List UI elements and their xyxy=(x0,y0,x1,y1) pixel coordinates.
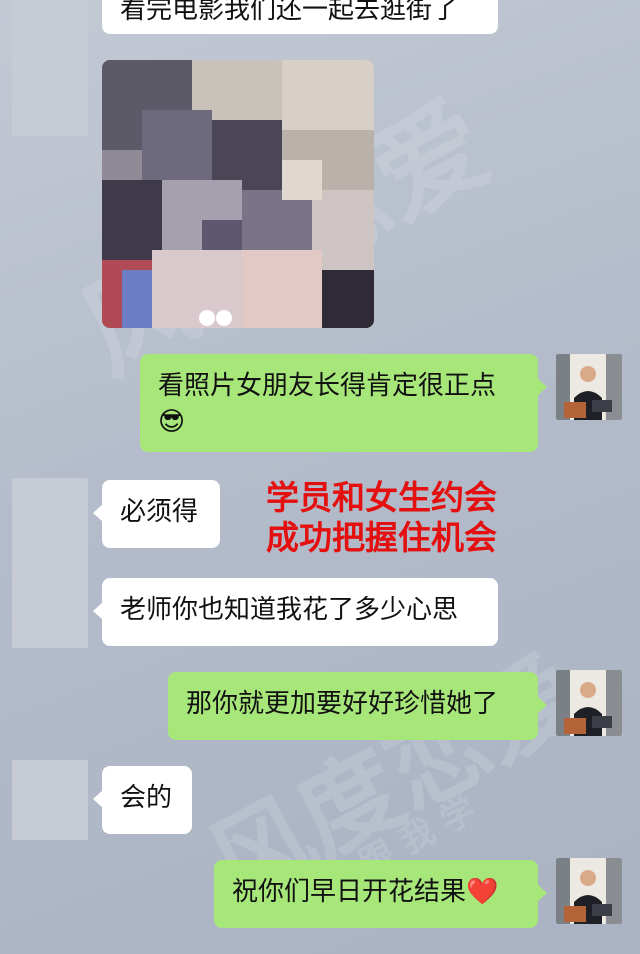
message-text: 看照片女朋友长得肯定很正点 xyxy=(158,371,497,401)
message-text: 那你就更加要好好珍惜她了 xyxy=(186,689,499,719)
annotation-text: 学员和女生约会 成功把握住机会 xyxy=(266,478,497,558)
message-bubble-sent: 祝你们早日开花结果❤️ xyxy=(214,860,547,928)
contact-avatar[interactable] xyxy=(12,478,88,648)
message-bubble-received: 老师你也知道我花了多少心思 xyxy=(93,578,498,646)
contact-avatar[interactable] xyxy=(12,0,88,136)
my-avatar[interactable] xyxy=(556,354,622,420)
message-bubble-sent: 看照片女朋友长得肯定很正点 😎 xyxy=(140,354,547,452)
message-text: 看完电影我们还一起去逛街了 xyxy=(120,0,459,25)
person-avatar-icon xyxy=(556,858,622,924)
my-avatar[interactable] xyxy=(556,670,622,736)
annotation-line-2: 成功把握住机会 xyxy=(266,518,497,557)
heart-emoji-icon: ❤️ xyxy=(466,877,499,907)
message-text: 祝你们早日开花结果 xyxy=(232,877,467,907)
blurred-photo[interactable] xyxy=(102,60,374,328)
message-bubble-received: 必须得 xyxy=(93,480,220,548)
sunglasses-emoji-icon: 😎 xyxy=(158,407,186,437)
message-bubble-received: 看完电影我们还一起去逛街了 xyxy=(102,0,498,34)
message-bubble-received: 会的 xyxy=(93,766,192,834)
photo-image xyxy=(102,60,374,328)
message-text: 老师你也知道我花了多少心思 xyxy=(120,595,459,625)
annotation-line-1: 学员和女生约会 xyxy=(266,478,497,517)
my-avatar[interactable] xyxy=(556,858,622,924)
message-text: 必须得 xyxy=(120,497,199,527)
message-text: 会的 xyxy=(120,783,173,813)
message-bubble-sent: 那你就更加要好好珍惜她了 xyxy=(168,672,547,740)
person-avatar-icon xyxy=(556,354,622,420)
contact-avatar[interactable] xyxy=(12,760,88,840)
person-avatar-icon xyxy=(556,670,622,736)
